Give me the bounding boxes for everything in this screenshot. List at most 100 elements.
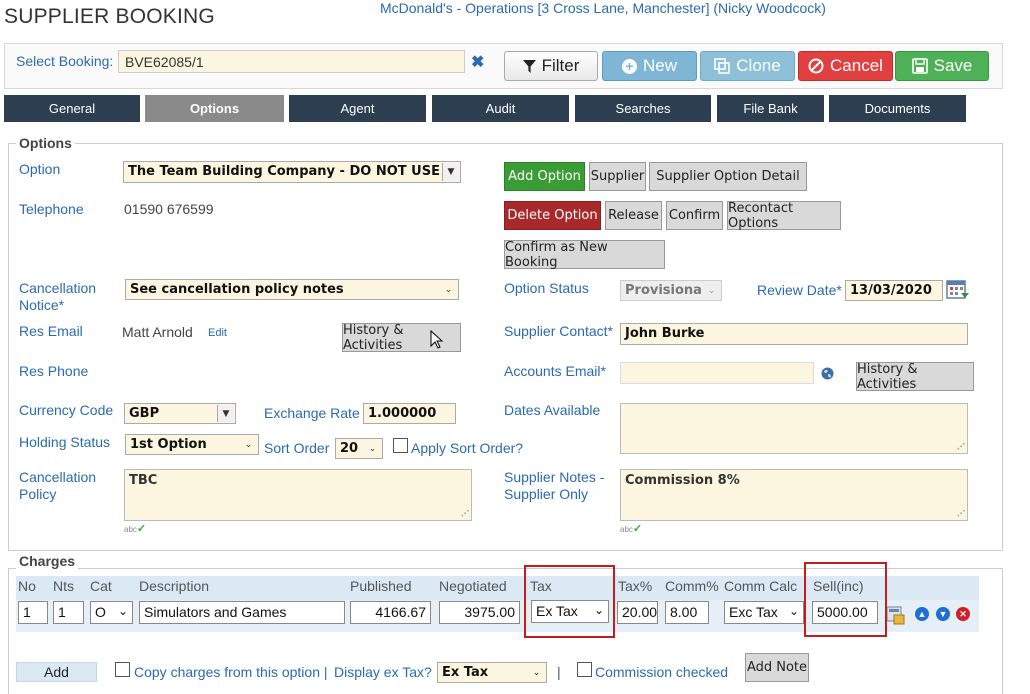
plus-circle-icon: + bbox=[621, 58, 637, 74]
display-ex-tax-select[interactable]: Ex Tax ⌄ bbox=[437, 662, 547, 683]
option-select[interactable]: The Team Building Company - DO NOT USE ▼ bbox=[123, 161, 461, 183]
chevron-down-icon: ▼ bbox=[442, 163, 459, 181]
sort-order-select[interactable]: 20 ⌄ bbox=[335, 438, 383, 459]
add-charge-button[interactable]: Add bbox=[16, 662, 97, 682]
charges-legend: Charges bbox=[16, 553, 79, 569]
exchange-rate-label: Exchange Rate bbox=[264, 405, 360, 421]
charge-no-input[interactable]: 1 bbox=[18, 601, 48, 624]
option-label: Option bbox=[19, 161, 61, 177]
booking-context[interactable]: McDonald's - Operations [3 Cross Lane, M… bbox=[380, 0, 826, 16]
charge-comm-pct-input[interactable]: 8.00 bbox=[665, 601, 709, 624]
confirm-as-new-booking-button[interactable]: Confirm as New Booking bbox=[504, 240, 665, 270]
move-up-icon[interactable]: ▲ bbox=[915, 607, 929, 621]
delete-option-button[interactable]: Delete Option bbox=[504, 201, 601, 230]
apply-sort-order-checkbox[interactable] bbox=[393, 438, 408, 453]
tab-audit[interactable]: Audit bbox=[432, 95, 569, 122]
tab-general[interactable]: General bbox=[4, 95, 140, 122]
supplier-notes-textarea[interactable]: Commission 8% ⋰ bbox=[620, 469, 968, 521]
charge-cat-value: O bbox=[95, 604, 106, 620]
col-published: Published bbox=[350, 578, 412, 594]
res-phone-label: Res Phone bbox=[19, 363, 89, 379]
clone-button[interactable]: Clone bbox=[700, 51, 795, 81]
charge-negotiated-input[interactable]: 3975.00 bbox=[439, 601, 520, 624]
currency-select[interactable]: GBP ▼ bbox=[124, 403, 236, 424]
review-date-input[interactable]: 13/03/2020 bbox=[845, 280, 943, 301]
spellcheck-icon[interactable]: abc✓ bbox=[620, 522, 642, 535]
tab-searches[interactable]: Searches bbox=[575, 95, 711, 122]
history-activities-button-2[interactable]: History & Activities bbox=[856, 362, 974, 392]
supplier-option-detail-button[interactable]: Supplier Option Detail bbox=[649, 162, 807, 191]
select-booking-input[interactable]: BVE62085/1 bbox=[118, 50, 465, 73]
mouse-cursor-icon bbox=[430, 330, 444, 349]
add-option-button[interactable]: Add Option bbox=[504, 162, 585, 191]
exchange-rate-input[interactable]: 1.000000 bbox=[363, 403, 456, 424]
supplier-button[interactable]: Supplier bbox=[589, 162, 646, 191]
sort-order-value: 20 bbox=[340, 441, 359, 456]
ban-icon bbox=[808, 58, 824, 74]
release-button[interactable]: Release bbox=[605, 201, 662, 230]
calendar-icon[interactable] bbox=[946, 279, 970, 301]
chevron-down-icon: ⌄ bbox=[364, 440, 381, 457]
resize-grip-icon[interactable]: ⋰ bbox=[957, 509, 965, 518]
tab-options[interactable]: Options bbox=[145, 95, 284, 122]
move-down-icon[interactable]: ▼ bbox=[936, 607, 950, 621]
charge-tax-pct-input[interactable]: 20.00 bbox=[617, 601, 658, 624]
globe-icon[interactable] bbox=[821, 367, 834, 380]
delete-row-icon[interactable]: ✕ bbox=[956, 607, 970, 621]
charge-description-input[interactable]: Simulators and Games bbox=[139, 601, 345, 624]
charge-comm-calc-select[interactable]: Exc Tax ⌄ bbox=[724, 601, 804, 624]
review-date-label: Review Date* bbox=[757, 282, 842, 298]
display-ex-tax-value: Ex Tax bbox=[442, 665, 489, 680]
copy-charges-checkbox[interactable] bbox=[115, 662, 130, 677]
tab-agent[interactable]: Agent bbox=[289, 95, 426, 122]
recontact-options-button[interactable]: Recontact Options bbox=[727, 201, 841, 231]
cancellation-notice-value: See cancellation policy notes bbox=[130, 282, 344, 297]
resize-grip-icon[interactable]: ⋰ bbox=[461, 509, 469, 518]
save-button[interactable]: Save bbox=[895, 51, 989, 81]
accounts-email-input[interactable] bbox=[620, 362, 814, 384]
clear-icon[interactable]: ✖ bbox=[471, 52, 484, 72]
cancellation-notice-select[interactable]: See cancellation policy notes ⌄ bbox=[125, 279, 459, 300]
calculator-icon[interactable] bbox=[886, 605, 906, 625]
option-select-value: The Team Building Company - DO NOT USE bbox=[128, 164, 440, 179]
select-booking-label: Select Booking: bbox=[16, 53, 114, 69]
telephone-value: 01590 676599 bbox=[124, 201, 214, 217]
charge-nts-input[interactable]: 1 bbox=[53, 601, 84, 624]
separator: | bbox=[557, 664, 561, 680]
col-negotiated: Negotiated bbox=[439, 578, 507, 594]
dates-available-textarea[interactable]: ⋰ bbox=[620, 403, 968, 454]
col-no: No bbox=[18, 578, 36, 594]
commission-checked-checkbox[interactable] bbox=[577, 662, 592, 677]
res-email-value: Matt Arnold bbox=[122, 324, 193, 340]
cancel-label: Cancel bbox=[830, 56, 883, 75]
charge-published-input[interactable]: 4166.67 bbox=[350, 601, 431, 624]
new-label: New bbox=[642, 56, 677, 75]
filter-button[interactable]: Filter bbox=[504, 51, 598, 81]
supplier-contact-input[interactable]: John Burke bbox=[620, 323, 968, 345]
resize-grip-icon[interactable]: ⋰ bbox=[957, 442, 965, 451]
holding-status-select[interactable]: 1st Option ⌄ bbox=[125, 434, 259, 455]
charge-comm-calc-value: Exc Tax bbox=[729, 604, 778, 620]
col-comm-pct: Comm% bbox=[665, 578, 719, 594]
chevron-down-icon: ⌄ bbox=[528, 664, 545, 681]
add-note-button[interactable]: Add Note bbox=[745, 653, 809, 682]
new-button[interactable]: + New bbox=[602, 51, 697, 81]
filter-label: Filter bbox=[541, 56, 580, 75]
display-ex-tax-label: Display ex Tax? bbox=[334, 664, 432, 680]
copy-charges-label: Copy charges from this option | bbox=[134, 664, 328, 680]
copy-icon bbox=[714, 58, 731, 74]
cancellation-policy-textarea[interactable]: TBC ⋰ bbox=[124, 469, 472, 521]
chevron-down-icon: ▼ bbox=[217, 405, 234, 422]
currency-code-label: Currency Code bbox=[19, 402, 114, 418]
tab-documents[interactable]: Documents bbox=[829, 95, 966, 122]
spellcheck-icon[interactable]: abc✓ bbox=[124, 522, 146, 535]
charge-cat-select[interactable]: O ⌄ bbox=[90, 601, 133, 624]
res-email-edit-link[interactable]: Edit bbox=[208, 327, 227, 339]
holding-status-value: 1st Option bbox=[130, 437, 207, 452]
holding-status-label: Holding Status bbox=[19, 434, 111, 450]
tab-file-bank[interactable]: File Bank bbox=[717, 95, 824, 122]
cancel-button[interactable]: Cancel bbox=[798, 51, 893, 81]
col-nts: Nts bbox=[53, 578, 74, 594]
col-description: Description bbox=[139, 578, 210, 594]
confirm-button[interactable]: Confirm bbox=[666, 201, 723, 230]
